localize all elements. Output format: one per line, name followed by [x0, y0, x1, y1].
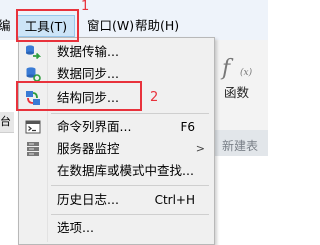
server-monitor-icon	[25, 141, 41, 157]
menu-item-label: 在数据库或模式中查找...	[57, 163, 194, 178]
menu-item-console[interactable]: 命令列界面... F6	[21, 116, 213, 138]
left-panel-edge	[0, 40, 14, 245]
menu-item-server-monitor[interactable]: 服务器监控 >	[21, 138, 213, 160]
menu-item-label: 历史日志...	[57, 192, 119, 207]
highlight-box-structure-sync	[16, 81, 142, 111]
function-icon-sub: (x)	[240, 68, 253, 78]
submenu-arrow-icon: >	[195, 142, 205, 155]
function-button-label[interactable]: 函数	[224, 82, 249, 101]
data-transfer-icon	[25, 44, 42, 60]
menu-item-label: 数据传输...	[57, 44, 119, 59]
menu-item-label: 服务器监控	[57, 141, 120, 156]
tools-dropdown-menu: 数据传输... 数据同步... 结构同步... 命令列界面... F6 服务器监…	[18, 37, 215, 245]
annotation-number-2: 2	[150, 90, 159, 105]
menu-item-history-log[interactable]: 历史日志... Ctrl+H	[21, 189, 213, 211]
menu-item-label: 命令列界面...	[57, 119, 132, 134]
menu-item-options[interactable]: 选项...	[21, 217, 213, 239]
left-tab[interactable]: 台	[0, 112, 14, 133]
menu-item-label: 选项...	[57, 220, 94, 235]
menu-separator	[51, 185, 209, 186]
menu-help[interactable]: 帮助(H)	[135, 15, 179, 37]
menu-item-find-in-database[interactable]: 在数据库或模式中查找...	[21, 160, 213, 182]
menu-separator	[51, 113, 209, 114]
new-table-button[interactable]: 新建表	[222, 137, 258, 154]
highlight-box-tools	[16, 9, 79, 42]
menu-item-data-transfer[interactable]: 数据传输...	[21, 41, 213, 63]
menu-separator	[51, 214, 209, 215]
console-icon	[25, 119, 41, 135]
data-sync-icon	[25, 66, 41, 82]
menu-item-shortcut: Ctrl+H	[154, 193, 195, 207]
menu-window[interactable]: 窗口(W)	[87, 15, 134, 37]
annotation-number-1: 1	[81, 0, 90, 14]
menu-edit[interactable]: 编	[0, 15, 12, 37]
menu-item-shortcut: F6	[180, 120, 195, 134]
